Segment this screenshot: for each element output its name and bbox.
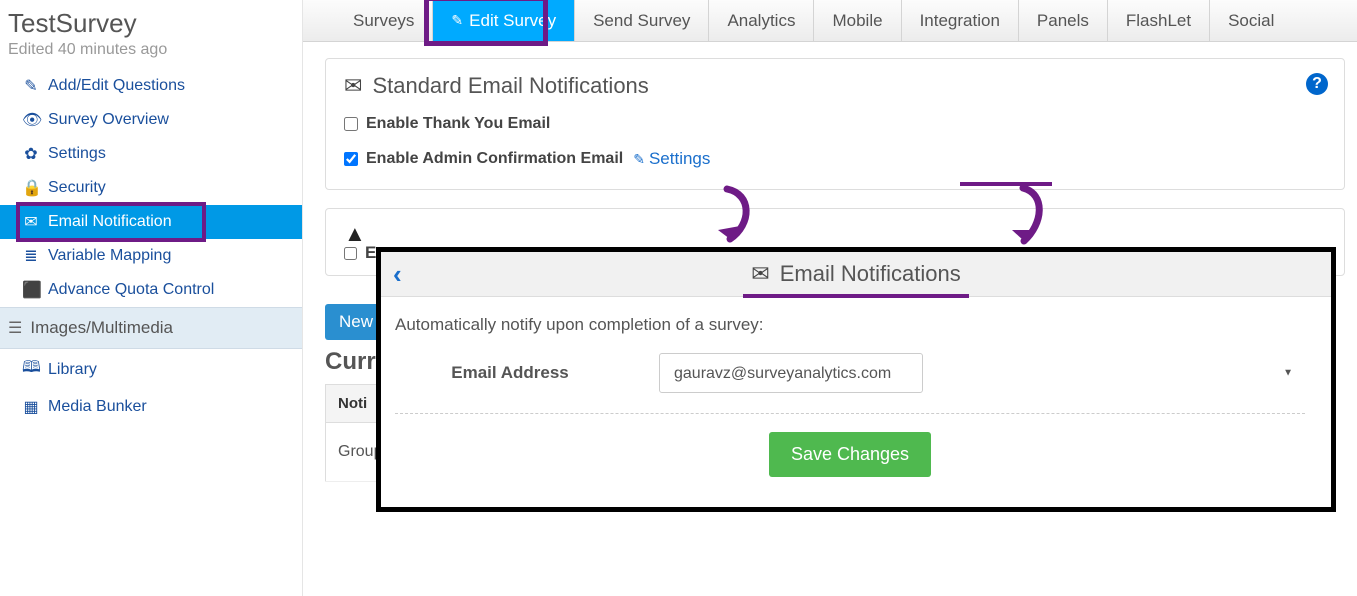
envelope-icon <box>344 73 362 99</box>
sidebar-item-label: Settings <box>48 145 106 163</box>
enable-admin-confirmation-checkbox[interactable] <box>344 152 358 166</box>
tab-edit-survey[interactable]: ✎ Edit Survey <box>433 0 575 41</box>
tab-send-survey[interactable]: Send Survey <box>575 0 709 41</box>
sidebar-item-survey-overview[interactable]: 👁 Survey Overview <box>0 103 302 137</box>
separator <box>395 413 1305 414</box>
gear-icon: ✿ <box>22 144 40 164</box>
annotation-underline <box>743 294 969 298</box>
envelope-icon <box>751 261 769 287</box>
survey-title: TestSurvey <box>0 0 302 41</box>
email-address-row: Email Address gauravz@surveyanalytics.co… <box>395 353 1305 393</box>
tab-social[interactable]: Social <box>1210 0 1292 41</box>
book-icon: 🕮 <box>22 356 40 383</box>
lock-icon: 🔒 <box>22 178 40 198</box>
hidden-checkbox-row: E <box>344 243 376 263</box>
enable-thank-you-email-row: Enable Thank You Email <box>344 115 1326 133</box>
sidebar: TestSurvey Edited 40 minutes ago ✎ Add/E… <box>0 0 303 596</box>
hidden-checkbox[interactable] <box>344 247 357 260</box>
tab-analytics[interactable]: Analytics <box>709 0 814 41</box>
sidebar-section-label: Images/Multimedia <box>30 318 173 338</box>
sidebar-item-label: Security <box>48 179 106 197</box>
sidebar-item-label: Add/Edit Questions <box>48 77 185 95</box>
tab-mobile[interactable]: Mobile <box>814 0 901 41</box>
modal-body: Automatically notify upon completion of … <box>381 297 1331 487</box>
standard-email-notifications-panel: Standard Email Notifications ? Enable Th… <box>325 58 1345 190</box>
survey-edited: Edited 40 minutes ago <box>0 41 302 69</box>
help-icon[interactable]: ? <box>1306 73 1328 95</box>
menu-icon: ☰ <box>8 318 22 338</box>
enable-admin-confirmation-row: Enable Admin Confirmation Email Settings <box>344 149 1326 169</box>
sidebar-item-label: Library <box>48 361 97 379</box>
email-address-label: Email Address <box>395 363 625 383</box>
sidebar-item-library[interactable]: 🕮 Library <box>0 349 302 390</box>
tab-panels[interactable]: Panels <box>1019 0 1108 41</box>
sidebar-item-advance-quota-control[interactable]: ⬛ Advance Quota Control <box>0 273 302 307</box>
sidebar-item-label: Email Notification <box>48 213 172 231</box>
film-icon: ▦ <box>22 397 40 417</box>
sidebar-item-variable-mapping[interactable]: ≣ Variable Mapping <box>0 239 302 273</box>
checkbox-label: Enable Thank You Email <box>366 115 550 133</box>
checkbox-label: Enable Admin Confirmation Email <box>366 150 623 168</box>
pencil-icon: ✎ <box>451 12 463 29</box>
sidebar-item-settings[interactable]: ✿ Settings <box>0 137 302 171</box>
modal-description: Automatically notify upon completion of … <box>395 315 1305 335</box>
back-icon[interactable]: ‹ <box>381 259 414 290</box>
sidebar-item-label: Survey Overview <box>48 111 169 129</box>
email-notifications-modal: ‹ Email Notifications Automatically noti… <box>376 247 1336 512</box>
top-tabbar: Surveys ✎ Edit Survey Send Survey Analyt… <box>303 0 1357 42</box>
sidebar-item-label: Advance Quota Control <box>48 281 214 299</box>
chevron-down-icon: ▼ <box>1283 368 1293 379</box>
sidebar-item-add-edit-questions[interactable]: ✎ Add/Edit Questions <box>0 69 302 103</box>
sidebar-item-email-notification[interactable]: ✉ Email Notification <box>0 205 302 239</box>
pencil-icon: ✎ <box>22 76 40 96</box>
tab-integration[interactable]: Integration <box>902 0 1019 41</box>
email-address-select[interactable]: gauravz@surveyanalytics.com <box>659 353 923 393</box>
tab-flashlet[interactable]: FlashLet <box>1108 0 1210 41</box>
edit-icon <box>633 149 645 169</box>
tab-surveys[interactable]: Surveys <box>335 0 433 41</box>
sidebar-item-media-bunker[interactable]: ▦ Media Bunker <box>0 390 302 424</box>
chart-icon: ⬛ <box>22 280 40 300</box>
sidebar-item-security[interactable]: 🔒 Security <box>0 171 302 205</box>
modal-title: Email Notifications <box>751 261 960 287</box>
sidebar-item-label: Media Bunker <box>48 398 147 416</box>
sidebar-section-images-multimedia[interactable]: ☰ Images/Multimedia <box>0 307 302 349</box>
save-changes-button[interactable]: Save Changes <box>769 432 931 477</box>
admin-confirmation-settings-link[interactable]: Settings <box>633 149 710 169</box>
enable-thank-you-email-checkbox[interactable] <box>344 117 358 131</box>
list-icon: ≣ <box>22 246 40 266</box>
modal-header: ‹ Email Notifications <box>381 252 1331 297</box>
eye-icon: 👁 <box>22 110 40 130</box>
panel-title: Standard Email Notifications <box>344 73 1326 99</box>
sidebar-item-label: Variable Mapping <box>48 247 171 265</box>
envelope-icon: ✉ <box>22 212 40 232</box>
